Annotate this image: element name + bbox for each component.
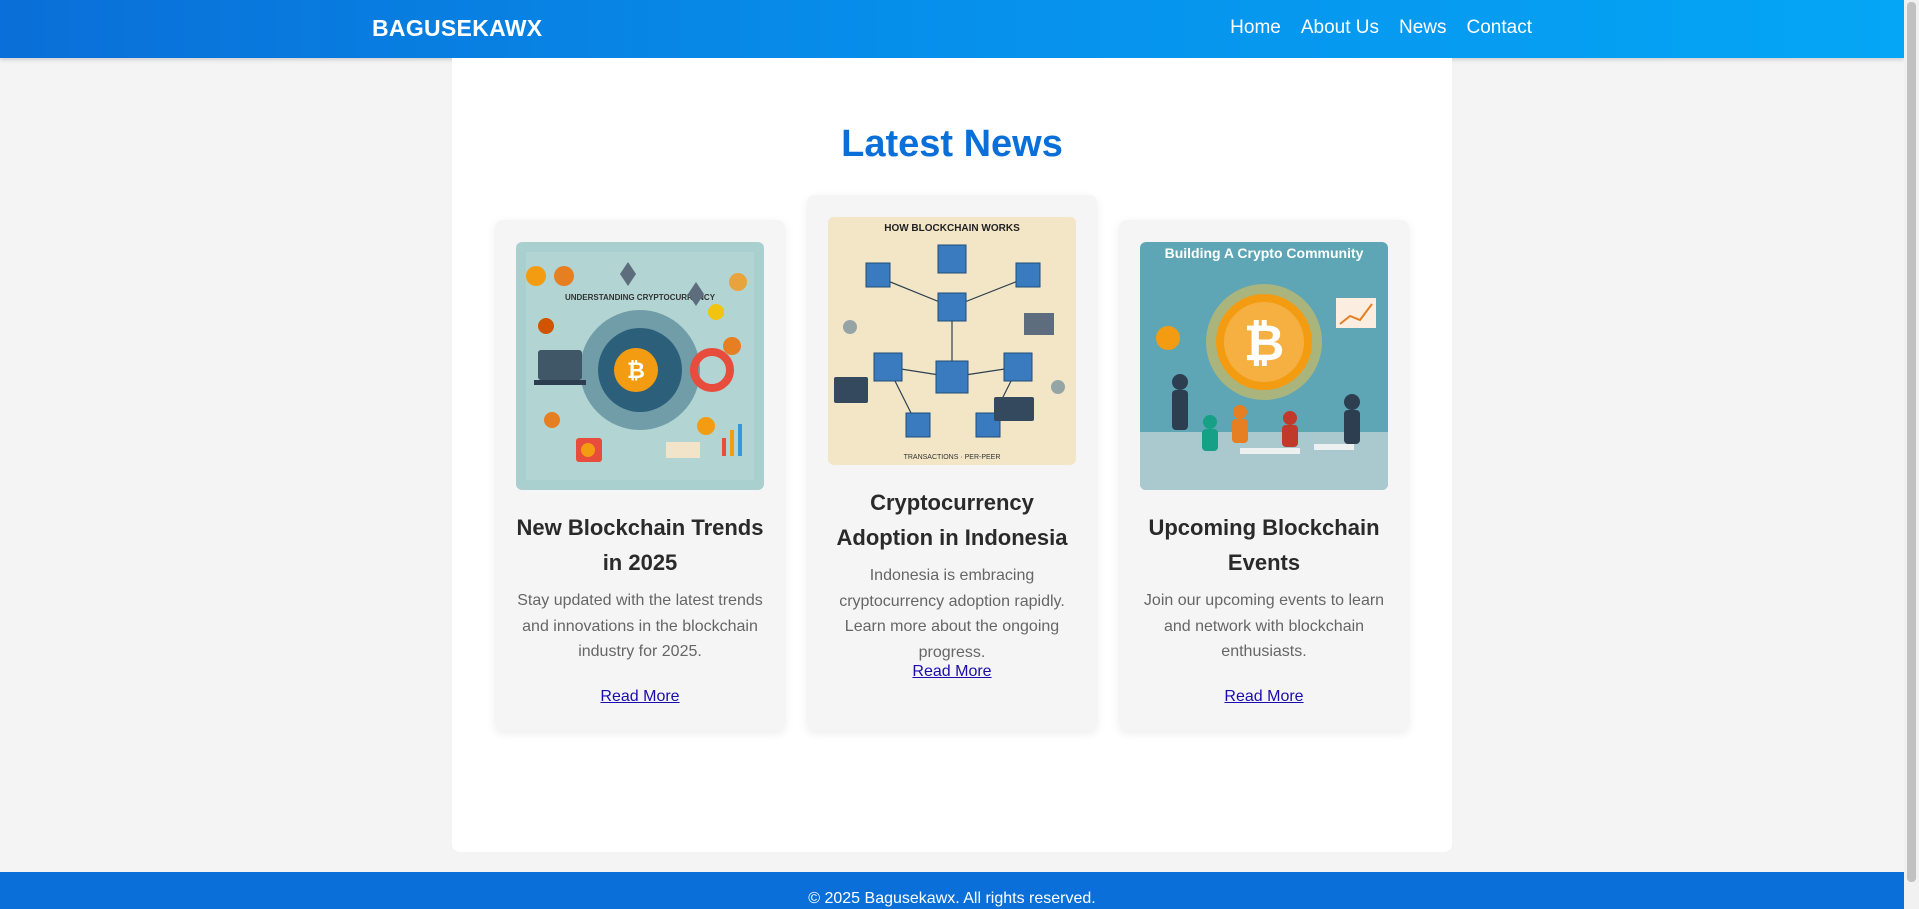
- card-title: Cryptocurrency Adoption in Indonesia: [836, 490, 1068, 550]
- card-title: Upcoming Blockchain Events: [1148, 515, 1380, 575]
- card-description: Indonesia is embracing cryptocurrency ad…: [839, 567, 1065, 661]
- card-description: Stay updated with the latest trends and …: [517, 592, 763, 660]
- card-title: New Blockchain Trends in 2025: [516, 515, 764, 575]
- svg-text:₿: ₿: [1244, 314, 1285, 372]
- copyright-text: © 2025 Bagusekawx. All rights reserved.: [808, 890, 1096, 907]
- nav-menu: Home About Us News Contact: [1230, 17, 1532, 39]
- nav-news-link[interactable]: News: [1399, 17, 1447, 39]
- read-more-link[interactable]: Read More: [1119, 688, 1409, 706]
- nav-contact-link[interactable]: Contact: [1467, 17, 1532, 39]
- nav-about-link[interactable]: About Us: [1301, 17, 1379, 39]
- news-card: HOW BLOCKCHAIN WORKS TRANSACTIONS · PER-…: [807, 195, 1097, 730]
- blockchain-trends-image: UNDERSTANDING CRYPTOCURRENCY ₿: [516, 242, 764, 490]
- scrollbar-thumb[interactable]: [1907, 2, 1916, 882]
- how-blockchain-works-image: HOW BLOCKCHAIN WORKS TRANSACTIONS · PER-…: [828, 217, 1076, 465]
- read-more-link[interactable]: Read More: [807, 663, 1097, 681]
- nav-home-link[interactable]: Home: [1230, 17, 1281, 39]
- svg-text:Building A Crypto Community: Building A Crypto Community: [1165, 245, 1364, 261]
- page-footer: © 2025 Bagusekawx. All rights reserved.: [0, 872, 1904, 909]
- card-description: Join our upcoming events to learn and ne…: [1143, 592, 1385, 660]
- svg-text:TRANSACTIONS · PER-PEER: TRANSACTIONS · PER-PEER: [904, 454, 1001, 461]
- brand-logo[interactable]: BAGUSEKAWX: [372, 15, 542, 42]
- news-container: Latest News UNDERSTANDING CRYPTOCURRENCY…: [452, 58, 1452, 852]
- crypto-community-image: Building A Crypto Community ₿: [1140, 242, 1388, 490]
- svg-text:₿: ₿: [627, 359, 645, 384]
- news-card: UNDERSTANDING CRYPTOCURRENCY ₿ New Block…: [495, 220, 785, 730]
- read-more-link[interactable]: Read More: [495, 688, 785, 706]
- vertical-scrollbar[interactable]: [1904, 0, 1919, 909]
- svg-text:HOW BLOCKCHAIN WORKS: HOW BLOCKCHAIN WORKS: [884, 223, 1020, 234]
- top-navbar: BAGUSEKAWX Home About Us News Contact: [0, 0, 1904, 58]
- news-card: Building A Crypto Community ₿ Upcoming B…: [1119, 220, 1409, 730]
- section-title: Latest News: [841, 123, 1063, 165]
